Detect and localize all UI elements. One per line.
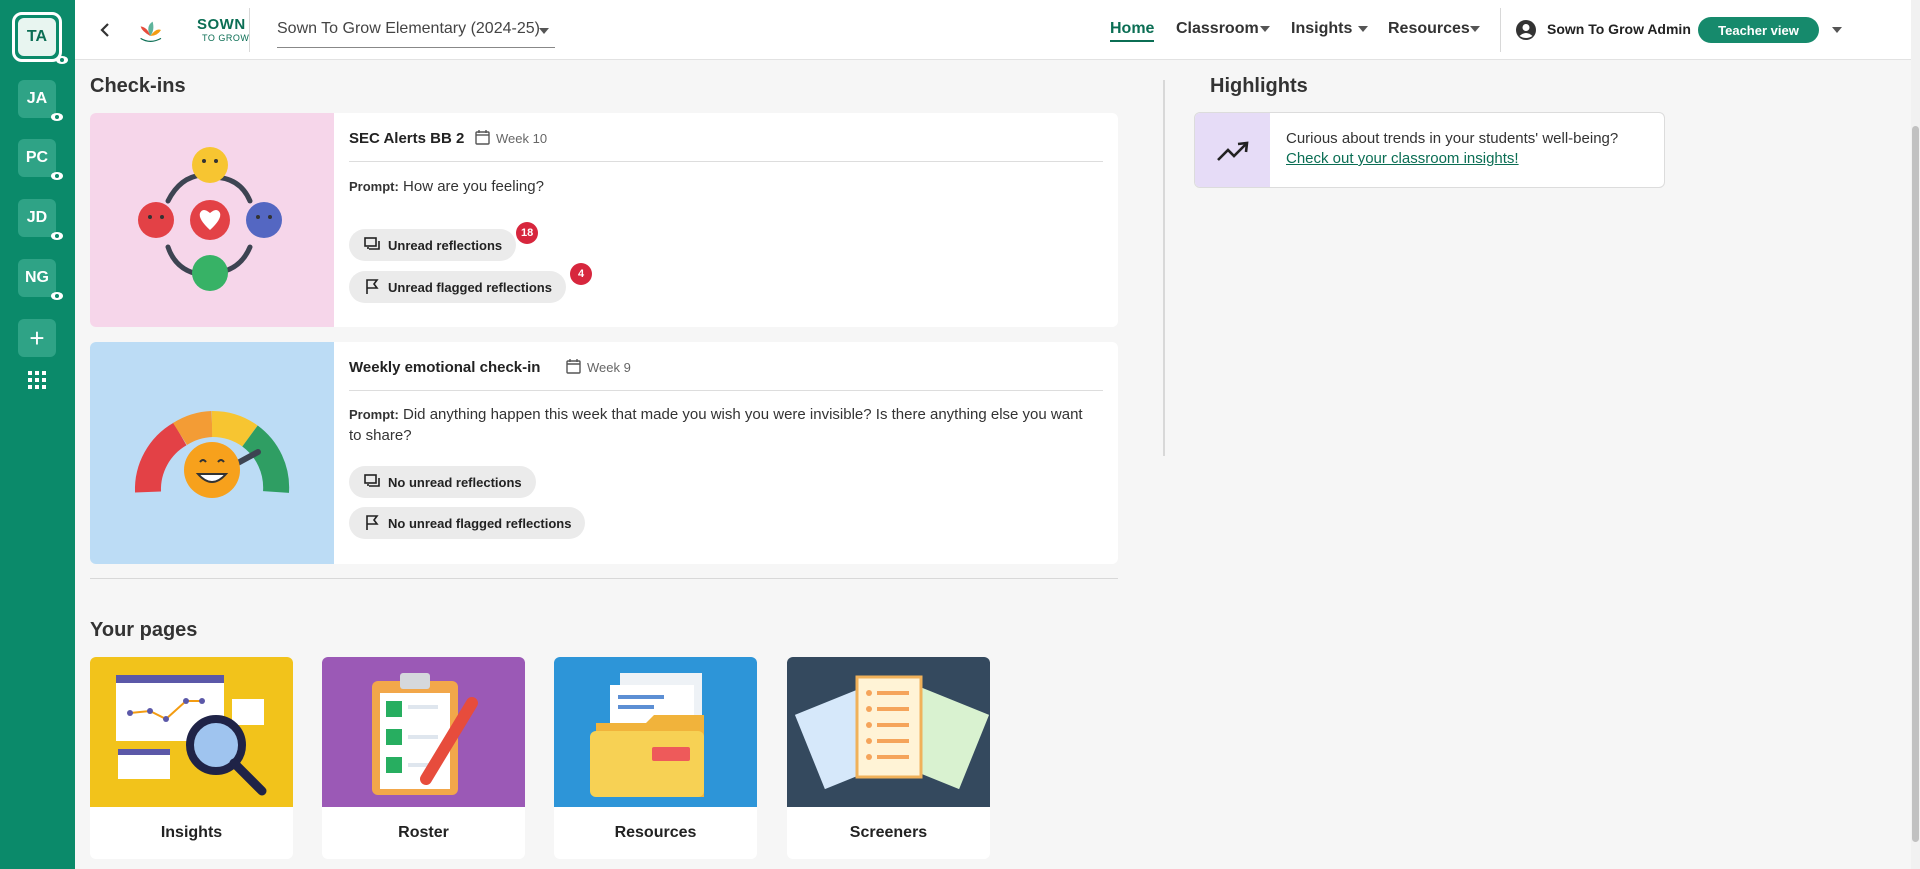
app-grid-icon[interactable] bbox=[26, 369, 48, 391]
scrollbar-thumb[interactable] bbox=[1912, 126, 1919, 842]
eye-icon bbox=[56, 56, 68, 64]
checkin-prompt: Prompt: Did anything happen this week th… bbox=[349, 404, 1099, 446]
rail-item-label: NG bbox=[25, 269, 49, 286]
pill-label: No unread reflections bbox=[388, 474, 522, 490]
trending-up-icon bbox=[1195, 113, 1270, 187]
top-bar: SOWN TO GROW Sown To Grow Elementary (20… bbox=[75, 0, 1911, 60]
chat-icon bbox=[364, 474, 380, 487]
chevron-down-icon bbox=[539, 28, 549, 34]
section-divider bbox=[90, 578, 1118, 579]
rail-item-label: JD bbox=[26, 209, 48, 226]
column-divider bbox=[1163, 80, 1165, 456]
page-tile-label: Roster bbox=[398, 824, 449, 841]
prompt-text: How are you feeling? bbox=[403, 178, 544, 195]
insights-illustration bbox=[90, 657, 293, 807]
calendar-icon bbox=[475, 130, 490, 145]
sown-to-grow-logo[interactable] bbox=[137, 10, 197, 50]
checkin-title[interactable]: Weekly emotional check-in bbox=[349, 359, 540, 376]
account-circle-icon bbox=[1516, 20, 1536, 40]
divider bbox=[349, 161, 1103, 162]
school-selector-value: Sown To Grow Elementary (2024-25) bbox=[277, 20, 540, 37]
rail-item-ng[interactable]: NG bbox=[18, 259, 63, 300]
user-name: Sown To Grow Admin bbox=[1547, 21, 1691, 37]
prompt-label: Prompt: bbox=[349, 407, 399, 422]
page-tile-label: Resources bbox=[614, 824, 697, 841]
flag-icon bbox=[366, 515, 379, 530]
checkin-title[interactable]: SEC Alerts BB 2 bbox=[349, 130, 464, 147]
chat-icon bbox=[364, 237, 380, 250]
checkin-card[interactable]: Weekly emotional check-in Week 9 Prompt:… bbox=[90, 342, 1118, 564]
highlights-heading: Highlights bbox=[1210, 75, 1308, 97]
flagged-count-badge: 4 bbox=[570, 263, 592, 285]
prompt-text: Did anything happen this week that made … bbox=[349, 406, 1083, 444]
checkin-card[interactable]: SEC Alerts BB 2 Week 10 Prompt: How are … bbox=[90, 113, 1118, 327]
classroom-insights-link[interactable]: Check out your classroom insights! bbox=[1286, 149, 1618, 169]
your-pages-heading: Your pages bbox=[90, 619, 198, 641]
prompt-label: Prompt: bbox=[349, 179, 399, 194]
week-label: Week 10 bbox=[496, 131, 548, 146]
unread-flagged-reflections-button[interactable]: No unread flagged reflections bbox=[349, 507, 586, 539]
unread-flagged-reflections-button[interactable]: Unread flagged reflections bbox=[349, 271, 566, 303]
rail-item-label: JA bbox=[26, 90, 48, 107]
back-chevron-icon[interactable] bbox=[95, 18, 115, 42]
page-tile-label: Insights bbox=[160, 824, 223, 841]
divider bbox=[1500, 8, 1501, 52]
teacher-view-button[interactable]: Teacher view bbox=[1698, 17, 1819, 43]
scrollbar[interactable] bbox=[1911, 0, 1920, 869]
org-switcher-rail: TA JA PC JD NG + bbox=[0, 0, 75, 869]
divider bbox=[249, 8, 250, 52]
chevron-down-icon[interactable] bbox=[1260, 26, 1270, 32]
screeners-papers-illustration bbox=[787, 657, 990, 807]
resources-folder-illustration bbox=[554, 657, 757, 807]
rail-item-ja[interactable]: JA bbox=[18, 80, 63, 121]
page-tile-label: Screeners bbox=[849, 824, 928, 841]
flag-icon bbox=[366, 279, 379, 294]
page-tile-resources[interactable]: Resources bbox=[554, 657, 757, 859]
highlight-text: Curious about trends in your students' w… bbox=[1286, 129, 1618, 169]
week-label: Week 9 bbox=[587, 360, 631, 375]
checkin-prompt: Prompt: How are you feeling? bbox=[349, 176, 1099, 197]
eye-icon bbox=[51, 172, 63, 180]
rail-item-jd[interactable]: JD bbox=[18, 199, 63, 240]
emotion-cycle-illustration bbox=[90, 113, 334, 327]
page-tile-screeners[interactable]: Screeners bbox=[787, 657, 990, 859]
nav-resources[interactable]: Resources bbox=[1388, 20, 1470, 38]
eye-icon bbox=[51, 232, 63, 240]
logo-wordmark: SOWN bbox=[197, 16, 246, 33]
chevron-down-icon[interactable] bbox=[1358, 26, 1368, 32]
nav-home[interactable]: Home bbox=[1110, 20, 1155, 42]
roster-clipboard-illustration bbox=[322, 657, 525, 807]
rail-item-label: TA bbox=[18, 18, 56, 56]
page-tile-insights[interactable]: Insights bbox=[90, 657, 293, 859]
logo-tagline: TO GROW bbox=[202, 33, 250, 43]
pill-label: No unread flagged reflections bbox=[388, 515, 572, 531]
pill-label: Unread reflections bbox=[388, 237, 503, 253]
plus-icon: + bbox=[29, 322, 45, 353]
unread-count-badge: 18 bbox=[516, 222, 539, 244]
rail-item-ta[interactable]: TA bbox=[12, 12, 68, 64]
rail-item-pc[interactable]: PC bbox=[18, 139, 63, 180]
highlight-message: Curious about trends in your students' w… bbox=[1286, 130, 1619, 147]
school-selector[interactable]: Sown To Grow Elementary (2024-25) bbox=[277, 18, 555, 48]
calendar-icon bbox=[566, 359, 581, 374]
unread-reflections-button[interactable]: No unread reflections bbox=[349, 466, 536, 498]
eye-icon bbox=[51, 113, 63, 121]
nav-classroom[interactable]: Classroom bbox=[1176, 20, 1259, 38]
eye-icon bbox=[51, 292, 63, 300]
emotion-gauge-illustration bbox=[90, 342, 334, 564]
page-tile-roster[interactable]: Roster bbox=[322, 657, 525, 859]
divider bbox=[349, 390, 1103, 391]
checkins-heading: Check-ins bbox=[90, 75, 186, 97]
rail-item-label: PC bbox=[25, 149, 49, 166]
unread-reflections-button[interactable]: Unread reflections bbox=[349, 229, 517, 261]
pill-label: Unread flagged reflections bbox=[388, 279, 552, 295]
nav-insights[interactable]: Insights bbox=[1291, 20, 1352, 38]
chevron-down-icon[interactable] bbox=[1470, 26, 1480, 32]
account-menu-chevron-icon[interactable] bbox=[1832, 27, 1842, 33]
add-class-button[interactable]: + bbox=[18, 319, 56, 357]
highlight-card: Curious about trends in your students' w… bbox=[1194, 112, 1665, 188]
